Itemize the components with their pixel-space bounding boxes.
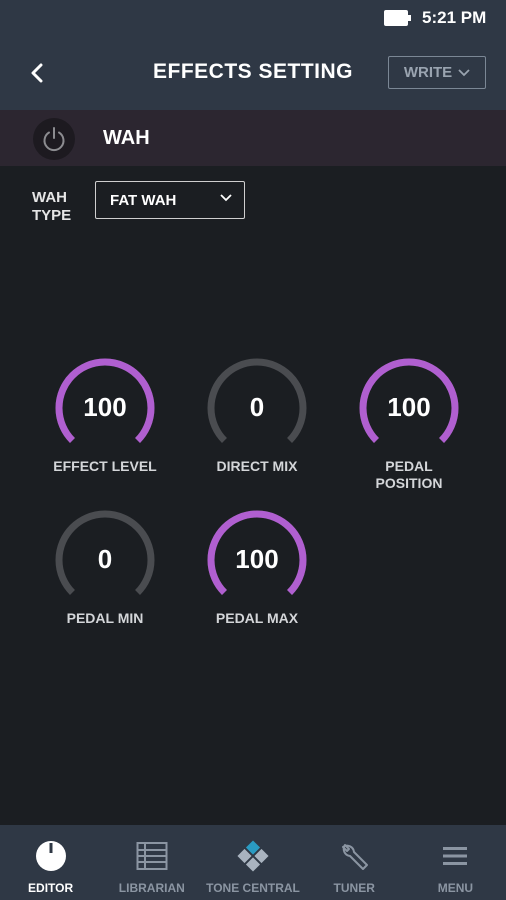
knob-value: 100 [83,392,127,422]
effect-level-knob[interactable]: 100 EFFECT LEVEL [53,358,157,474]
nav-tuner[interactable]: TUNER [304,825,405,900]
nav-menu[interactable]: MENU [405,825,506,900]
nav-tone-central[interactable]: TONE CENTRAL [202,825,303,900]
knob-label-line1: DIRECT MIX [216,458,298,474]
pedal-min-knob[interactable]: 0 PEDAL MIN [53,510,157,626]
library-grid-icon [135,839,169,873]
effect-header: WAH [0,110,506,166]
nav-label: EDITOR [28,881,74,895]
nav-label: TONE CENTRAL [206,881,300,895]
direct-mix-knob[interactable]: 0 DIRECT MIX [205,358,309,474]
bottom-nav: EDITOR LIBRARIAN TONE CENTRAL TUNER MENU [0,825,506,900]
wah-type-select[interactable]: FAT WAH [95,181,245,219]
app-bar: EFFECTS SETTING WRITE [0,36,506,110]
chevron-down-icon [458,68,470,76]
knob-value: 0 [97,544,113,574]
knob-label-line1: PEDAL [385,458,433,474]
menu-icon [438,839,472,873]
write-button-label: WRITE [403,64,453,81]
write-button[interactable]: WRITE [388,56,486,89]
wah-type-label: WAH TYPE [32,189,71,225]
battery-icon [384,10,411,26]
nav-label: TUNER [333,881,375,895]
knob-label-line1: PEDAL MIN [66,610,144,626]
knob-value: 100 [387,392,431,422]
power-knob-icon [34,839,68,873]
effect-name: WAH [103,127,150,149]
wah-type-value: FAT WAH [110,191,177,209]
wah-type-label-line2: TYPE [32,207,72,224]
chevron-down-icon [220,194,232,202]
knob-label: PEDAL POSITION [337,458,481,492]
knob-label: PEDAL MIN [33,610,177,627]
knob-label-line1: PEDAL MAX [215,610,299,626]
knob-label: PEDAL MAX [185,610,329,627]
tone-central-icon [236,839,270,873]
knob-label-line1: EFFECT LEVEL [53,458,157,474]
knob-value: 0 [249,392,265,422]
nav-label: LIBRARIAN [118,881,185,895]
status-time: 5:21 PM [422,8,487,27]
pedal-max-knob[interactable]: 100 PEDAL MAX [205,510,309,626]
power-icon [43,127,65,152]
nav-editor[interactable]: EDITOR [0,825,101,900]
pedal-position-knob[interactable]: 100 PEDAL POSITION [357,358,461,491]
nav-librarian[interactable]: LIBRARIAN [101,825,202,900]
knob-label: EFFECT LEVEL [33,458,177,475]
knob-label: DIRECT MIX [185,458,329,475]
wah-type-label-line1: WAH [32,189,67,206]
effect-power-button[interactable] [33,118,75,160]
knob-value: 100 [235,544,279,574]
nav-label: MENU [437,881,474,895]
knob-label-line2: POSITION [375,475,443,491]
status-bar: 5:21 PM [0,0,506,36]
wrench-icon [337,839,371,873]
